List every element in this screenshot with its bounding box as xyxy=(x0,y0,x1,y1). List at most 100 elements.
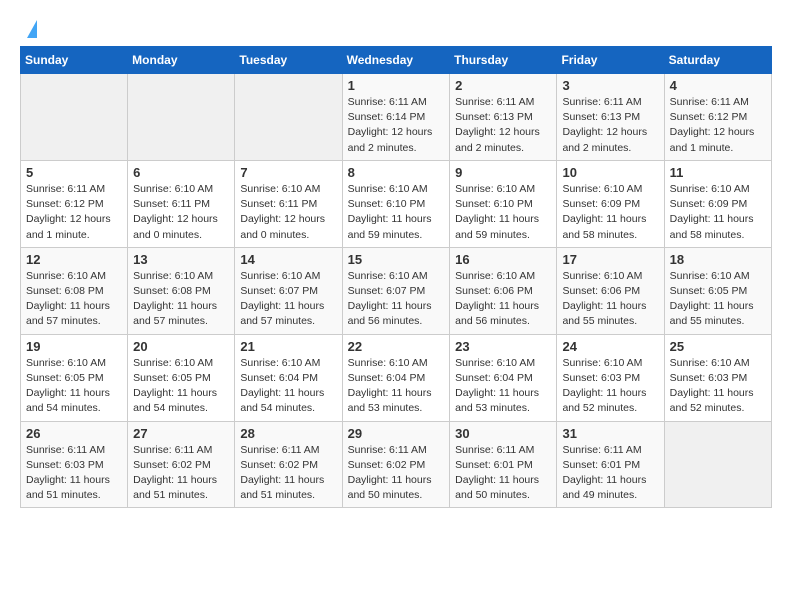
day-number: 27 xyxy=(133,426,229,441)
header-wednesday: Wednesday xyxy=(342,47,450,74)
calendar-cell xyxy=(21,74,128,161)
day-info: Sunrise: 6:10 AM Sunset: 6:05 PM Dayligh… xyxy=(670,269,766,330)
day-info: Sunrise: 6:10 AM Sunset: 6:11 PM Dayligh… xyxy=(240,182,336,243)
calendar-cell: 23 Sunrise: 6:10 AM Sunset: 6:04 PM Dayli… xyxy=(450,334,557,421)
day-info: Sunrise: 6:11 AM Sunset: 6:03 PM Dayligh… xyxy=(26,443,122,504)
calendar-cell: 18 Sunrise: 6:10 AM Sunset: 6:05 PM Dayli… xyxy=(664,247,771,334)
calendar-cell: 22 Sunrise: 6:10 AM Sunset: 6:04 PM Dayli… xyxy=(342,334,450,421)
day-info: Sunrise: 6:10 AM Sunset: 6:04 PM Dayligh… xyxy=(240,356,336,417)
day-number: 8 xyxy=(348,165,445,180)
day-number: 29 xyxy=(348,426,445,441)
header-saturday: Saturday xyxy=(664,47,771,74)
day-number: 22 xyxy=(348,339,445,354)
day-info: Sunrise: 6:11 AM Sunset: 6:02 PM Dayligh… xyxy=(348,443,445,504)
calendar-cell xyxy=(128,74,235,161)
calendar-cell xyxy=(664,421,771,508)
day-info: Sunrise: 6:10 AM Sunset: 6:04 PM Dayligh… xyxy=(455,356,551,417)
day-number: 23 xyxy=(455,339,551,354)
day-number: 12 xyxy=(26,252,122,267)
day-number: 26 xyxy=(26,426,122,441)
day-info: Sunrise: 6:10 AM Sunset: 6:10 PM Dayligh… xyxy=(348,182,445,243)
header-friday: Friday xyxy=(557,47,664,74)
day-info: Sunrise: 6:11 AM Sunset: 6:13 PM Dayligh… xyxy=(455,95,551,156)
calendar-cell: 14 Sunrise: 6:10 AM Sunset: 6:07 PM Dayli… xyxy=(235,247,342,334)
calendar-cell: 24 Sunrise: 6:10 AM Sunset: 6:03 PM Dayli… xyxy=(557,334,664,421)
calendar-cell: 26 Sunrise: 6:11 AM Sunset: 6:03 PM Dayli… xyxy=(21,421,128,508)
calendar-table: SundayMondayTuesdayWednesdayThursdayFrid… xyxy=(20,46,772,508)
day-info: Sunrise: 6:11 AM Sunset: 6:02 PM Dayligh… xyxy=(240,443,336,504)
calendar-cell: 7 Sunrise: 6:10 AM Sunset: 6:11 PM Daylig… xyxy=(235,160,342,247)
calendar-week-5: 26 Sunrise: 6:11 AM Sunset: 6:03 PM Dayli… xyxy=(21,421,772,508)
calendar-cell: 19Sunrise: 6:10 AM Sunset: 6:05 PM Dayli… xyxy=(21,334,128,421)
calendar-cell: 30Sunrise: 6:11 AM Sunset: 6:01 PM Dayli… xyxy=(450,421,557,508)
calendar-cell: 28 Sunrise: 6:11 AM Sunset: 6:02 PM Dayli… xyxy=(235,421,342,508)
logo-triangle-icon xyxy=(27,20,37,38)
day-info: Sunrise: 6:10 AM Sunset: 6:08 PM Dayligh… xyxy=(133,269,229,330)
day-number: 24 xyxy=(562,339,658,354)
day-number: 1 xyxy=(348,78,445,93)
day-number: 10 xyxy=(562,165,658,180)
calendar-cell: 17 Sunrise: 6:10 AM Sunset: 6:06 PM Dayli… xyxy=(557,247,664,334)
day-info: Sunrise: 6:11 AM Sunset: 6:12 PM Dayligh… xyxy=(26,182,122,243)
day-number: 4 xyxy=(670,78,766,93)
calendar-week-2: 5 Sunrise: 6:11 AM Sunset: 6:12 PM Daylig… xyxy=(21,160,772,247)
page-header xyxy=(20,20,772,36)
calendar-cell: 25 Sunrise: 6:10 AM Sunset: 6:03 PM Dayli… xyxy=(664,334,771,421)
day-info: Sunrise: 6:10 AM Sunset: 6:09 PM Dayligh… xyxy=(562,182,658,243)
day-number: 21 xyxy=(240,339,336,354)
calendar-week-3: 12 Sunrise: 6:10 AM Sunset: 6:08 PM Dayli… xyxy=(21,247,772,334)
day-info: Sunrise: 6:10 AM Sunset: 6:03 PM Dayligh… xyxy=(670,356,766,417)
calendar-cell: 9 Sunrise: 6:10 AM Sunset: 6:10 PM Daylig… xyxy=(450,160,557,247)
day-number: 3 xyxy=(562,78,658,93)
day-info: Sunrise: 6:10 AM Sunset: 6:08 PM Dayligh… xyxy=(26,269,122,330)
day-number: 18 xyxy=(670,252,766,267)
day-number: 19 xyxy=(26,339,122,354)
day-info: Sunrise: 6:11 AM Sunset: 6:14 PM Dayligh… xyxy=(348,95,445,156)
day-info: Sunrise: 6:10 AM Sunset: 6:03 PM Dayligh… xyxy=(562,356,658,417)
calendar-cell: 21 Sunrise: 6:10 AM Sunset: 6:04 PM Dayli… xyxy=(235,334,342,421)
header-tuesday: Tuesday xyxy=(235,47,342,74)
calendar-week-1: 1 Sunrise: 6:11 AM Sunset: 6:14 PM Daylig… xyxy=(21,74,772,161)
day-info: Sunrise: 6:10 AM Sunset: 6:05 PM Dayligh… xyxy=(133,356,229,417)
day-info: Sunrise: 6:10 AM Sunset: 6:10 PM Dayligh… xyxy=(455,182,551,243)
calendar-cell: 8 Sunrise: 6:10 AM Sunset: 6:10 PM Daylig… xyxy=(342,160,450,247)
day-number: 20 xyxy=(133,339,229,354)
calendar-cell xyxy=(235,74,342,161)
calendar-cell: 5 Sunrise: 6:11 AM Sunset: 6:12 PM Daylig… xyxy=(21,160,128,247)
calendar-cell: 2 Sunrise: 6:11 AM Sunset: 6:13 PM Daylig… xyxy=(450,74,557,161)
calendar-cell: 16Sunrise: 6:10 AM Sunset: 6:06 PM Dayli… xyxy=(450,247,557,334)
header-thursday: Thursday xyxy=(450,47,557,74)
day-info: Sunrise: 6:10 AM Sunset: 6:07 PM Dayligh… xyxy=(240,269,336,330)
calendar-cell: 20 Sunrise: 6:10 AM Sunset: 6:05 PM Dayli… xyxy=(128,334,235,421)
day-number: 16 xyxy=(455,252,551,267)
day-number: 13 xyxy=(133,252,229,267)
calendar-cell: 12 Sunrise: 6:10 AM Sunset: 6:08 PM Dayli… xyxy=(21,247,128,334)
day-number: 6 xyxy=(133,165,229,180)
day-number: 9 xyxy=(455,165,551,180)
day-number: 25 xyxy=(670,339,766,354)
day-number: 30 xyxy=(455,426,551,441)
calendar-cell: 27 Sunrise: 6:11 AM Sunset: 6:02 PM Dayli… xyxy=(128,421,235,508)
calendar-cell: 6 Sunrise: 6:10 AM Sunset: 6:11 PM Daylig… xyxy=(128,160,235,247)
day-number: 7 xyxy=(240,165,336,180)
day-info: Sunrise: 6:10 AM Sunset: 6:04 PM Dayligh… xyxy=(348,356,445,417)
calendar-cell: 10 Sunrise: 6:10 AM Sunset: 6:09 PM Dayli… xyxy=(557,160,664,247)
day-number: 17 xyxy=(562,252,658,267)
day-info: Sunrise: 6:11 AM Sunset: 6:01 PM Dayligh… xyxy=(562,443,658,504)
day-number: 5 xyxy=(26,165,122,180)
calendar-cell: 31 Sunrise: 6:11 AM Sunset: 6:01 PM Dayli… xyxy=(557,421,664,508)
header-monday: Monday xyxy=(128,47,235,74)
day-number: 14 xyxy=(240,252,336,267)
logo xyxy=(20,20,37,36)
day-info: Sunrise: 6:10 AM Sunset: 6:11 PM Dayligh… xyxy=(133,182,229,243)
day-info: Sunrise: 6:11 AM Sunset: 6:12 PM Dayligh… xyxy=(670,95,766,156)
calendar-header-row: SundayMondayTuesdayWednesdayThursdayFrid… xyxy=(21,47,772,74)
day-number: 31 xyxy=(562,426,658,441)
day-info: Sunrise: 6:10 AM Sunset: 6:06 PM Dayligh… xyxy=(562,269,658,330)
day-number: 28 xyxy=(240,426,336,441)
day-info: Sunrise: 6:11 AM Sunset: 6:13 PM Dayligh… xyxy=(562,95,658,156)
day-number: 2 xyxy=(455,78,551,93)
day-info: Sunrise: 6:11 AM Sunset: 6:02 PM Dayligh… xyxy=(133,443,229,504)
calendar-cell: 15Sunrise: 6:10 AM Sunset: 6:07 PM Dayli… xyxy=(342,247,450,334)
day-number: 11 xyxy=(670,165,766,180)
